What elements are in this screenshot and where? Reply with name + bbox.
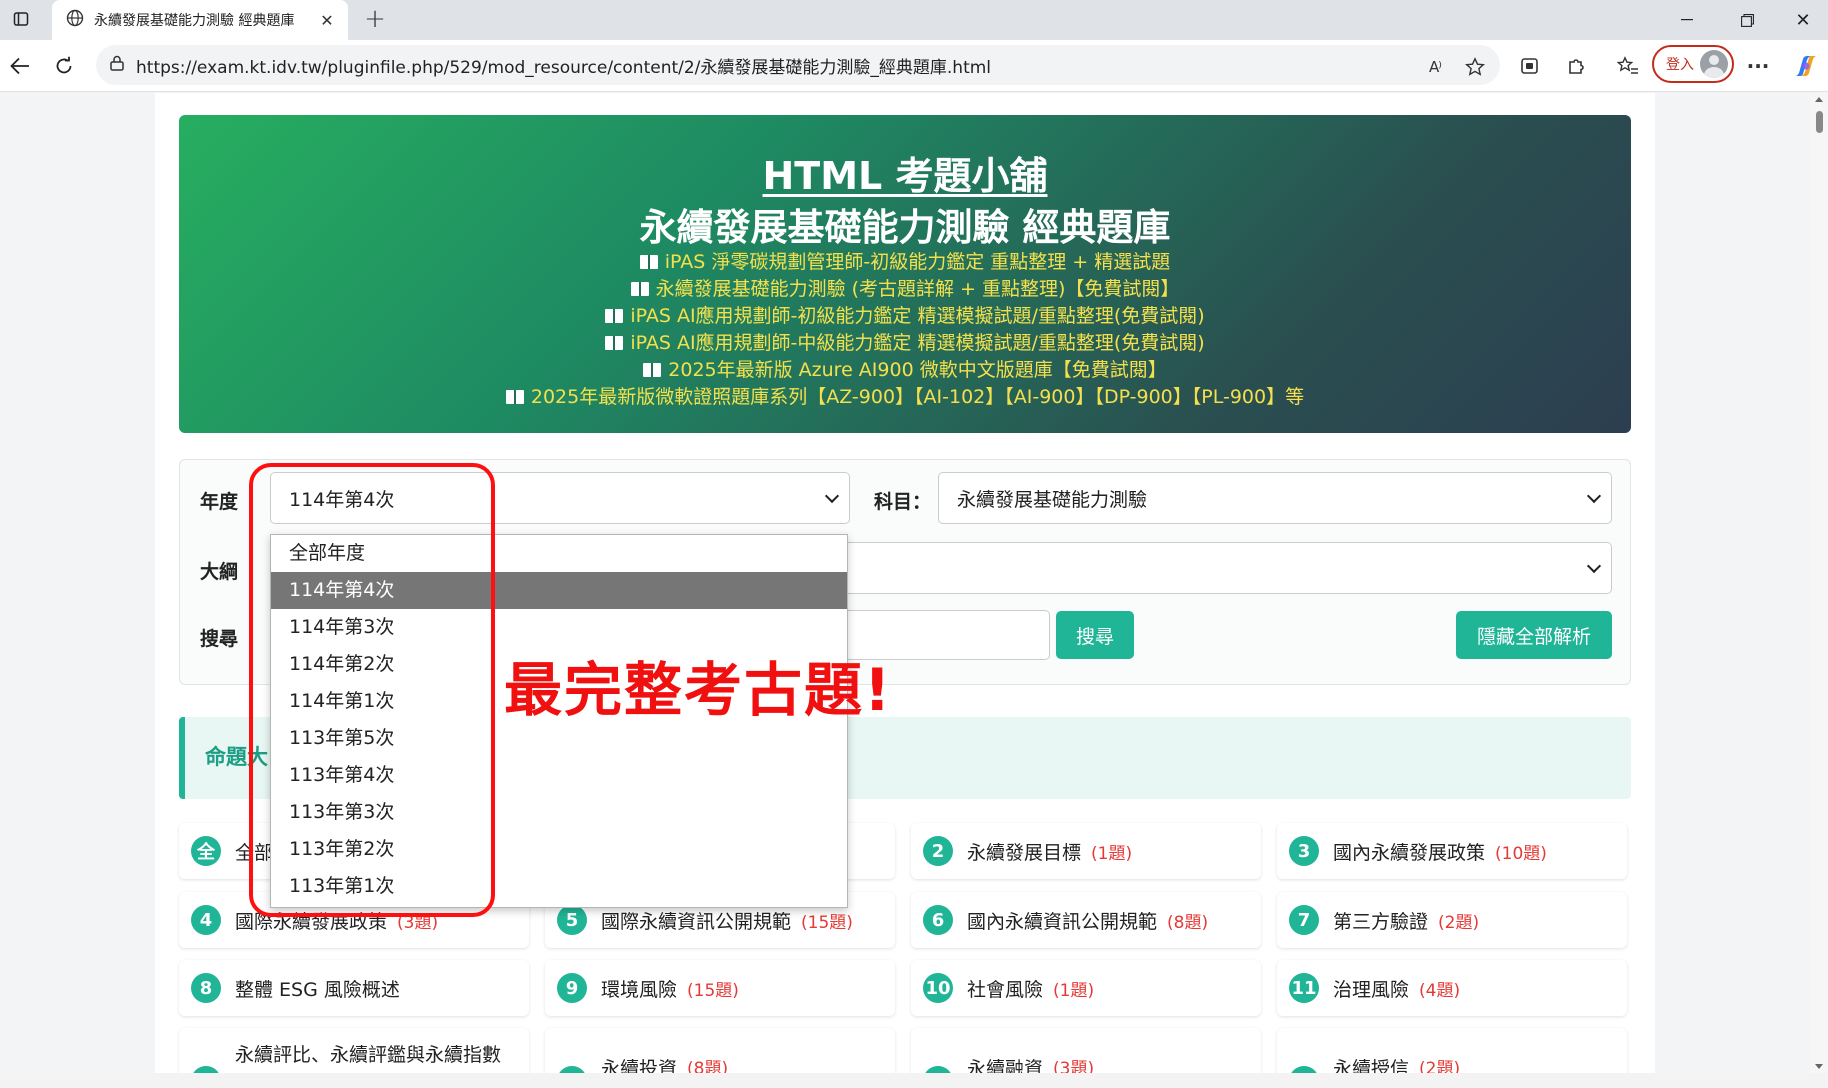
chevron-down-icon xyxy=(1586,488,1602,504)
scroll-down-arrow-icon[interactable] xyxy=(1815,1064,1823,1069)
more-options-icon[interactable]: ··· xyxy=(1742,50,1774,82)
promo-link-5[interactable]: 2025年最新版 Azure AI900 微軟中文版題庫【免費試閱】 xyxy=(179,357,1631,384)
window-bottom-edge xyxy=(0,1073,1828,1088)
chevron-down-icon xyxy=(824,488,840,504)
subject-select[interactable]: 永續發展基礎能力測驗 xyxy=(938,472,1612,524)
book-icon xyxy=(605,336,624,350)
search-label: 搜尋 xyxy=(200,628,239,650)
scroll-thumb[interactable] xyxy=(1816,111,1823,133)
subject-select-value: 永續發展基礎能力測驗 xyxy=(957,488,1148,511)
promo-link-3[interactable]: iPAS AI應用規劃師-初級能力鑑定 精選模擬試題/重點整理(免費試閱) xyxy=(179,303,1631,330)
site-info-lock-icon[interactable] xyxy=(110,55,124,75)
favorites-list-icon[interactable] xyxy=(1612,50,1644,82)
promo-link-2[interactable]: 永續發展基礎能力測驗 (考古題詳解 + 重點整理)【免費試閱】 xyxy=(179,276,1631,303)
back-arrow-icon[interactable] xyxy=(4,50,36,82)
globe-icon xyxy=(66,9,84,31)
minimize-icon[interactable] xyxy=(1660,0,1714,40)
year-label: 年度 xyxy=(200,491,239,513)
category-item[interactable]: 7 第三方驗證 (2題) xyxy=(1277,892,1627,948)
category-item[interactable]: 11 治理風險 (4題) xyxy=(1277,960,1627,1016)
book-icon xyxy=(605,309,624,323)
tab-bar: 永續發展基礎能力測驗 經典題庫 ✕ + ✕ xyxy=(0,0,1828,40)
page-title: 永續發展基礎能力測驗 經典題庫 xyxy=(639,206,1171,249)
favorite-star-icon[interactable] xyxy=(1462,54,1488,80)
category-item[interactable]: 12永續評比、永續評鑑與永續指數 xyxy=(179,1028,529,1073)
category-item[interactable]: 3 國內永續發展政策 (10題) xyxy=(1277,823,1627,879)
toggle-explanations-button[interactable]: 隱藏全部解析 xyxy=(1456,611,1612,659)
address-bar[interactable]: https://exam.kt.idv.tw/pluginfile.php/52… xyxy=(96,45,1500,85)
promo-links: iPAS 淨零碳規劃管理師-初級能力鑑定 重點整理 + 精選試題 永續發展基礎能… xyxy=(179,249,1631,411)
book-icon xyxy=(643,363,662,377)
category-item[interactable]: 9 環境風險 (15題) xyxy=(545,960,895,1016)
header-banner: HTML 考題小舖 永續發展基礎能力測驗 經典題庫 iPAS 淨零碳規劃管理師-… xyxy=(179,115,1631,433)
chevron-down-icon xyxy=(1586,558,1602,574)
category-item[interactable]: 15永續授信(2題) xyxy=(1277,1028,1627,1073)
app-available-icon[interactable] xyxy=(1514,50,1546,82)
book-icon xyxy=(505,390,524,404)
annotation-highlight-box xyxy=(249,463,495,917)
close-window-icon[interactable]: ✕ xyxy=(1776,0,1828,40)
search-button[interactable]: 搜尋 xyxy=(1056,611,1134,659)
category-item[interactable]: 6 國內永續資訊公開規範 (8題) xyxy=(911,892,1261,948)
scroll-up-arrow-icon[interactable] xyxy=(1815,97,1823,102)
site-title-link[interactable]: HTML 考題小舖 xyxy=(179,145,1631,200)
close-tab-icon[interactable]: ✕ xyxy=(316,9,338,31)
avatar xyxy=(1700,50,1728,78)
restore-icon[interactable] xyxy=(1720,0,1774,40)
promo-link-6[interactable]: 2025年最新版微軟證照題庫系列【AZ-900】【AI-102】【AI-900】… xyxy=(179,384,1631,411)
outline-label: 大綱 xyxy=(200,561,239,583)
tab-title: 永續發展基礎能力測驗 經典題庫 xyxy=(94,13,295,29)
book-icon xyxy=(639,255,658,269)
refresh-icon[interactable] xyxy=(48,50,80,82)
tab-actions-menu-icon[interactable] xyxy=(8,6,34,32)
category-item[interactable]: 13永續投資(8題) xyxy=(545,1028,895,1073)
book-icon xyxy=(630,282,649,296)
copilot-icon[interactable] xyxy=(1790,50,1822,82)
category-item[interactable]: 10 社會風險 (1題) xyxy=(911,960,1261,1016)
category-item[interactable]: 2 永續發展目標 (1題) xyxy=(911,823,1261,879)
page-scrollbar[interactable] xyxy=(1810,93,1828,1073)
page-viewport: HTML 考題小舖 永續發展基礎能力測驗 經典題庫 iPAS 淨零碳規劃管理師-… xyxy=(0,93,1810,1073)
browser-toolbar: https://exam.kt.idv.tw/pluginfile.php/52… xyxy=(0,40,1828,92)
category-item[interactable]: 14永續融資(3題) xyxy=(911,1028,1261,1073)
promo-link-1[interactable]: iPAS 淨零碳規劃管理師-初級能力鑑定 重點整理 + 精選試題 xyxy=(179,249,1631,276)
promo-link-4[interactable]: iPAS AI應用規劃師-中級能力鑑定 精選模擬試題/重點整理(免費試閱) xyxy=(179,330,1631,357)
browser-tab-active[interactable]: 永續發展基礎能力測驗 經典題庫 ✕ xyxy=(52,0,348,40)
login-label: 登入 xyxy=(1666,57,1694,73)
subject-label: 科目： xyxy=(874,491,932,513)
read-aloud-icon[interactable]: A⁾ xyxy=(1422,54,1448,80)
extensions-puzzle-icon[interactable] xyxy=(1560,50,1592,82)
login-button[interactable]: 登入 xyxy=(1652,45,1734,83)
new-tab-icon[interactable]: + xyxy=(360,4,390,34)
annotation-text: 最完整考古題! xyxy=(504,656,893,724)
url-text: https://exam.kt.idv.tw/pluginfile.php/52… xyxy=(136,57,992,78)
category-item[interactable]: 8 整體 ESG 風險概述 xyxy=(179,960,529,1016)
